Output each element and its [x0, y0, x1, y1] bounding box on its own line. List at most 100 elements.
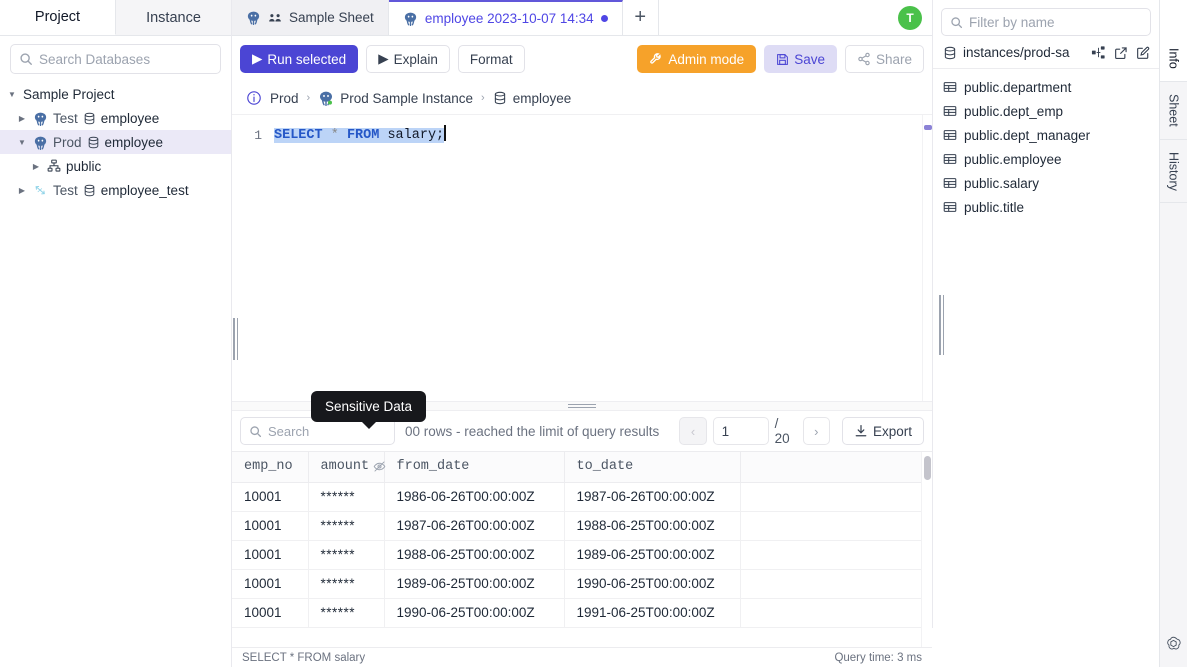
table-list-item-title[interactable]: public.title — [933, 195, 1159, 219]
rail-tab-info[interactable]: Info — [1159, 36, 1187, 82]
editor-scrollbar[interactable] — [922, 115, 932, 401]
filter-by-name-input[interactable] — [969, 14, 1142, 30]
table-row[interactable]: 10001 ****** 1987-06-26T00:00:00Z 1988-0… — [232, 511, 932, 541]
share-button[interactable]: Share — [844, 45, 924, 73]
editor-scrollbar-thumb[interactable] — [924, 125, 932, 130]
cell-emp-no[interactable]: 10001 — [232, 482, 309, 512]
table-row[interactable]: 10001 ****** 1989-06-25T00:00:00Z 1990-0… — [232, 569, 932, 599]
export-button[interactable]: Export — [841, 417, 924, 445]
cell-from-date[interactable]: 1989-06-25T00:00:00Z — [384, 569, 565, 599]
chevron-right-icon[interactable] — [16, 112, 28, 124]
cell-from-date[interactable]: 1986-06-26T00:00:00Z — [384, 482, 565, 512]
cell-to-date[interactable]: 1988-06-25T00:00:00Z — [564, 511, 741, 541]
cell-to-date[interactable]: 1990-06-25T00:00:00Z — [564, 569, 741, 599]
postgres-icon — [246, 10, 261, 25]
table-row[interactable]: 10001 ****** 1990-06-25T00:00:00Z 1991-0… — [232, 598, 932, 628]
cell-emp-no[interactable]: 10001 — [232, 569, 309, 599]
breadcrumb-environment[interactable]: Prod — [270, 91, 299, 106]
table-list-item-employee[interactable]: public.employee — [933, 147, 1159, 171]
wrench-icon — [649, 52, 663, 66]
save-button[interactable]: Save — [764, 45, 837, 73]
cell-emp-no[interactable]: 10001 — [232, 540, 309, 570]
sync-icon[interactable] — [1090, 45, 1107, 60]
page-number-input[interactable] — [712, 417, 769, 445]
breadcrumb-database[interactable]: employee — [493, 91, 571, 106]
table-list-item-dept-emp[interactable]: public.dept_emp — [933, 99, 1159, 123]
cell-to-date[interactable]: 1989-06-25T00:00:00Z — [564, 540, 741, 570]
sheet-tab-employee-query[interactable]: employee 2023-10-07 14:34 — [388, 0, 623, 35]
breadcrumb-instance[interactable]: Prod Sample Instance — [318, 90, 473, 106]
sql-editor[interactable]: 1 SELECT * FROM salary; — [232, 114, 944, 401]
table-list-item-dept-manager[interactable]: public.dept_manager — [933, 123, 1159, 147]
new-tab-button[interactable]: + — [622, 0, 659, 35]
cell-from-date[interactable]: 1988-06-25T00:00:00Z — [384, 540, 565, 570]
editor-panel-resize-handle[interactable] — [939, 295, 945, 355]
code-content[interactable]: SELECT * FROM salary; — [274, 125, 446, 146]
tree-item-test-employee[interactable]: Test employee — [0, 106, 231, 130]
next-page-button[interactable]: › — [802, 417, 830, 445]
table-list-item-salary[interactable]: public.salary — [933, 171, 1159, 195]
results-scrollbar-thumb[interactable] — [924, 456, 931, 480]
sheet-tab-sample-sheet[interactable]: Sample Sheet — [232, 0, 389, 35]
sidebar-tab-instance[interactable]: Instance — [116, 0, 231, 35]
cell-to-date[interactable]: 1991-06-25T00:00:00Z — [564, 598, 741, 628]
chevron-right-icon[interactable] — [16, 184, 28, 196]
cell-emp-no[interactable]: 10001 — [232, 598, 309, 628]
prev-page-button[interactable]: ‹ — [679, 417, 707, 445]
tree-item-sample-project[interactable]: Sample Project — [0, 82, 231, 106]
sidebar-resize-handle[interactable] — [233, 318, 239, 360]
app-root: Project Instance Sample Project — [0, 0, 1187, 667]
results-scrollbar[interactable] — [921, 452, 932, 647]
table-row[interactable]: 10001 ****** 1986-06-26T00:00:00Z 1987-0… — [232, 482, 932, 512]
column-header-filler — [740, 452, 932, 483]
text-cursor — [444, 125, 446, 141]
column-header-to-date[interactable]: to_date — [564, 452, 741, 483]
cell-amount[interactable]: ****** — [308, 598, 385, 628]
search-icon — [249, 425, 262, 438]
tree-item-prod-employee[interactable]: Prod employee — [0, 130, 231, 154]
sidebar-tab-project[interactable]: Project — [0, 0, 116, 35]
avatar[interactable]: T — [898, 6, 922, 30]
rail-tab-history-label: History — [1166, 151, 1181, 191]
sql-editor-body[interactable]: 1 SELECT * FROM salary; — [232, 115, 922, 401]
explain-button[interactable]: ▶ Explain — [366, 45, 450, 73]
eye-off-icon[interactable] — [373, 460, 386, 473]
chevron-down-icon[interactable] — [16, 136, 28, 148]
search-databases-box[interactable] — [10, 44, 221, 74]
tree-item-test-employee-test[interactable]: Test employee_test — [0, 178, 231, 202]
column-header-from-date[interactable]: from_date — [384, 452, 565, 483]
admin-mode-button[interactable]: Admin mode — [637, 45, 757, 73]
tree-item-env-label: Test — [53, 182, 78, 198]
cell-emp-no[interactable]: 10001 — [232, 511, 309, 541]
filter-by-name-box[interactable] — [941, 8, 1151, 36]
cell-amount[interactable]: ****** — [308, 482, 385, 512]
table-list-item-label: public.department — [964, 79, 1072, 95]
rail-tab-sheet[interactable]: Sheet — [1159, 81, 1187, 140]
openai-logo-icon[interactable] — [1165, 635, 1182, 667]
chevron-down-icon[interactable] — [6, 88, 18, 100]
info-icon[interactable] — [246, 90, 262, 106]
run-selected-button[interactable]: ▶ Run selected — [240, 45, 359, 73]
format-button[interactable]: Format — [457, 45, 525, 73]
tree-item-public-schema[interactable]: public — [0, 154, 231, 178]
cell-from-date[interactable]: 1987-06-26T00:00:00Z — [384, 511, 565, 541]
edit-icon[interactable] — [1135, 46, 1151, 60]
external-link-icon[interactable] — [1113, 46, 1129, 60]
cell-amount[interactable]: ****** — [308, 511, 385, 541]
table-list-item-department[interactable]: public.department — [933, 75, 1159, 99]
column-header-amount[interactable]: amount — [308, 452, 386, 483]
unsaved-indicator-icon — [600, 15, 608, 22]
cell-from-date[interactable]: 1990-06-25T00:00:00Z — [384, 598, 565, 628]
explain-label: Explain — [393, 51, 438, 67]
chevron-right-icon[interactable] — [30, 160, 42, 172]
rail-tab-history[interactable]: History — [1159, 139, 1187, 204]
cell-amount[interactable]: ****** — [308, 540, 385, 570]
column-header-emp-no[interactable]: emp_no — [232, 452, 309, 483]
search-databases-input[interactable] — [39, 51, 212, 67]
sql-keyword-from: FROM — [346, 128, 380, 143]
table-icon — [943, 200, 957, 214]
table-row[interactable]: 10001 ****** 1988-06-25T00:00:00Z 1989-0… — [232, 540, 932, 570]
cell-amount[interactable]: ****** — [308, 569, 385, 599]
cell-to-date[interactable]: 1987-06-26T00:00:00Z — [564, 482, 741, 512]
tree-item-label: employee — [104, 134, 164, 150]
